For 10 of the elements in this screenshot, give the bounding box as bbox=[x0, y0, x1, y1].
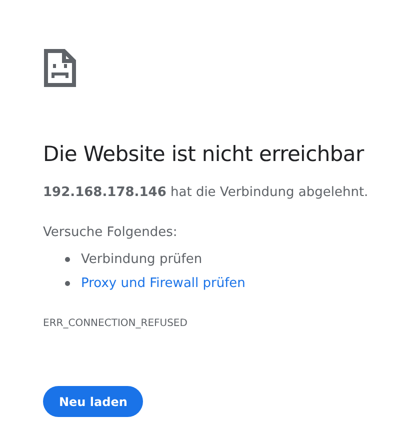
bullet-icon bbox=[65, 256, 70, 262]
error-message: 192.168.178.146 hat die Verbindung abgelehnt. bbox=[43, 184, 368, 202]
error-heading: Die Website ist nicht erreichbar bbox=[43, 141, 366, 168]
bullet-icon bbox=[65, 280, 70, 286]
reload-button[interactable]: Neu laden bbox=[43, 386, 144, 417]
suggestions-intro: Versuche Folgendes: bbox=[43, 224, 178, 242]
suggestion-link[interactable]: Proxy und Firewall prüfen bbox=[81, 276, 246, 290]
error-code: ERR_CONNECTION_REFUSED bbox=[43, 317, 188, 331]
sad-page-icon bbox=[43, 48, 77, 88]
suggestion-text: Verbindung prüfen bbox=[81, 252, 202, 266]
